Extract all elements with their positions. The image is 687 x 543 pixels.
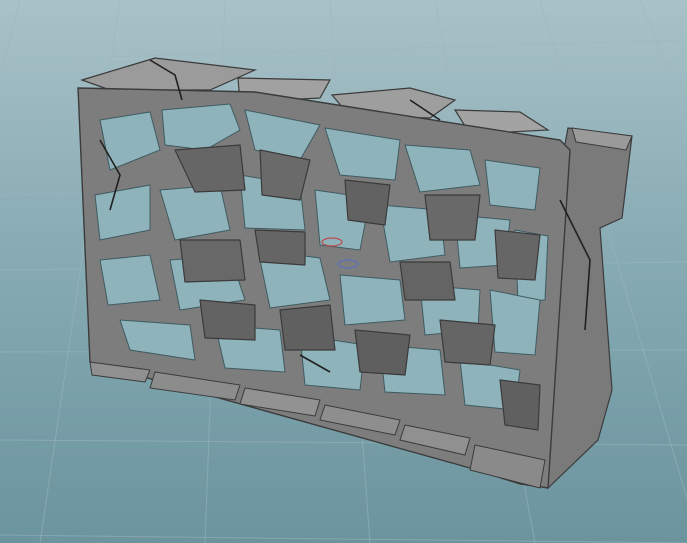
3d-viewport[interactable] [0, 0, 687, 543]
viewport-scene[interactable] [0, 0, 687, 543]
